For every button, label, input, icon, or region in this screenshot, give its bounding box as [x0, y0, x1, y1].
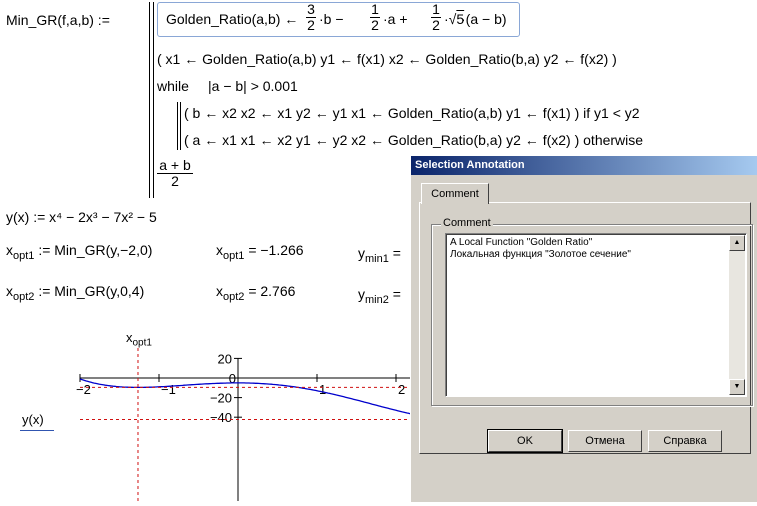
- plot-trace-label: y(x): [22, 412, 44, 427]
- plot-markers: [80, 348, 420, 501]
- comment-group-label: Comment: [441, 217, 493, 229]
- if-branch[interactable]: ( b ← x2 x2 ← x1 y2 ← y1 x1 ← Golden_Rat…: [184, 105, 640, 121]
- x-tick-label: 2: [398, 382, 405, 397]
- fraction-3-2: 32: [306, 1, 316, 33]
- y-tick-label: 0: [229, 371, 236, 386]
- plot-axes: −2 −1 1 2 20 0 −20 −40: [76, 351, 420, 501]
- loop-bar-inner: [180, 102, 181, 150]
- x-tick-label: −2: [76, 382, 91, 397]
- function-definition-label[interactable]: Min_GR(f,a,b) :=: [6, 12, 110, 28]
- y-tick-label: −40: [210, 410, 232, 425]
- program-bar-outer: [149, 2, 150, 198]
- term-b: ·b −: [319, 11, 344, 27]
- comment-line: Локальная функция "Золотое сечение": [450, 249, 631, 260]
- ymin1-label[interactable]: ymin1 =: [358, 245, 401, 267]
- scroll-up-icon[interactable]: ▲: [729, 235, 745, 251]
- help-button[interactable]: Справка: [648, 430, 722, 452]
- comment-line: A Local Function "Golden Ratio": [450, 237, 593, 248]
- y-definition[interactable]: y(x) := x⁴ − 2x³ − 7x² − 5: [6, 209, 157, 225]
- ok-button[interactable]: OK: [487, 429, 563, 453]
- trace-legend-line: [20, 430, 54, 431]
- comment-scrollbar[interactable]: ▲ ▼: [729, 235, 745, 395]
- x-tick-label: −1: [161, 382, 176, 397]
- cancel-button[interactable]: Отмена: [568, 430, 642, 452]
- while-keyword: while: [157, 78, 189, 94]
- init-line[interactable]: ( x1 ← Golden_Ratio(a,b) y1 ← f(x1) x2 ←…: [157, 51, 617, 67]
- marker-label-xopt1: xopt1: [126, 330, 152, 349]
- fraction-1-2-a: 12: [370, 1, 380, 33]
- xopt1-result[interactable]: xopt1 = −1.266: [216, 242, 304, 264]
- comment-textarea[interactable]: A Local Function "Golden Ratio" Локальна…: [445, 233, 747, 397]
- scroll-down-icon[interactable]: ▼: [729, 379, 745, 395]
- dialog-title-bar[interactable]: Selection Annotation: [411, 156, 757, 175]
- y-tick-label: −20: [210, 391, 232, 406]
- golden-ratio-lhs: Golden_Ratio(a,b) ←: [166, 11, 299, 27]
- return-fraction[interactable]: a + b2: [157, 158, 193, 189]
- function-plot[interactable]: −2 −1 1 2 20 0 −20 −40: [0, 320, 420, 501]
- xopt2-result[interactable]: xopt2 = 2.766: [216, 283, 295, 305]
- ymin2-label[interactable]: ymin2 =: [358, 286, 401, 308]
- curve-y: [79, 378, 420, 417]
- tab-comment[interactable]: Comment: [421, 183, 489, 204]
- otherwise-branch[interactable]: ( a ← x1 x1 ← x2 y1 ← y2 x2 ← Golden_Rat…: [184, 132, 643, 148]
- term-a: ·a +: [383, 11, 408, 27]
- x-tick-label: 1: [319, 382, 326, 397]
- y-tick-label: 20: [218, 351, 232, 366]
- fraction-1-2-b: 12: [431, 1, 441, 33]
- program-bar-inner: [153, 2, 154, 198]
- xopt1-definition[interactable]: xopt1 := Min_GR(y,−2,0): [6, 242, 152, 264]
- selection-annotation-dialog[interactable]: Selection Annotation Comment Comment A L…: [410, 155, 757, 502]
- xopt2-definition[interactable]: xopt2 := Min_GR(y,0,4): [6, 283, 144, 305]
- while-condition[interactable]: |a − b| > 0.001: [208, 78, 298, 94]
- loop-bar-outer: [177, 102, 178, 150]
- term-diff: ·(a − b): [461, 11, 507, 27]
